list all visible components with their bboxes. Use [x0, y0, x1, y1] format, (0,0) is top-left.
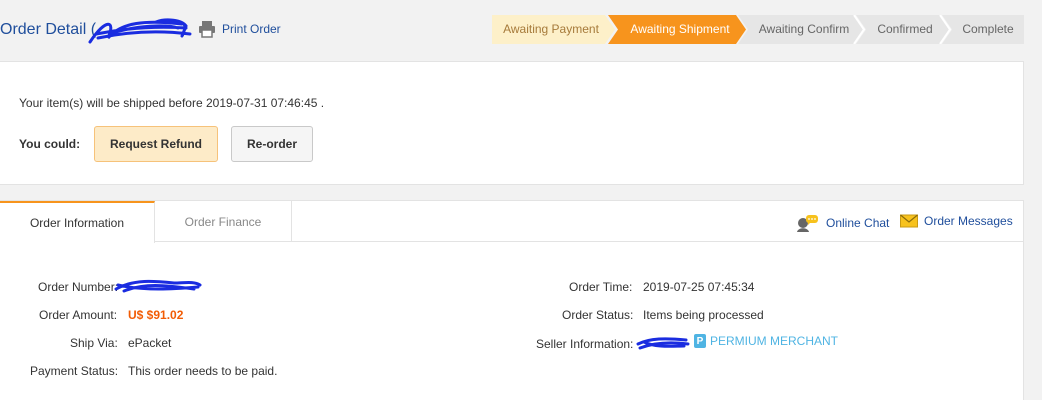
merchant-p-icon: P: [694, 334, 706, 348]
redacted-seller-name: [636, 337, 690, 350]
redacted-order-id: [88, 18, 192, 44]
action-panel: Your item(s) will be shipped before 2019…: [0, 61, 1024, 185]
page-header: Order Detail () Print Order Awaiting Pay…: [0, 0, 1042, 60]
step-confirmed: Confirmed: [856, 15, 952, 44]
online-chat-link[interactable]: Online Chat: [796, 214, 889, 232]
request-refund-button[interactable]: Request Refund: [94, 126, 218, 162]
reorder-button[interactable]: Re-order: [231, 126, 313, 162]
shipping-deadline-text: Your item(s) will be shipped before 2019…: [19, 96, 325, 110]
order-messages-link[interactable]: Order Messages: [900, 214, 1013, 228]
print-order-link[interactable]: Print Order: [198, 20, 281, 38]
payment-status-label: Payment Status:: [30, 364, 119, 378]
step-label: Confirmed: [877, 22, 933, 36]
step-awaiting-confirm: Awaiting Confirm: [738, 15, 866, 44]
redacted-order-number: [114, 279, 202, 293]
merchant-label: PERMIUM MERCHANT: [710, 334, 838, 348]
order-time-value: 2019-07-25 07:45:34: [643, 280, 755, 294]
order-amount-value: U$ $91.02: [128, 308, 184, 322]
ship-via-value: ePacket: [128, 336, 172, 350]
envelope-icon: [900, 214, 918, 228]
step-awaiting-payment: Awaiting Payment: [492, 15, 615, 44]
order-status-label: Order Status:: [562, 308, 634, 322]
chat-icon: [797, 215, 818, 232]
you-could-label: You could:: [19, 137, 81, 151]
ship-via-label: Ship Via:: [70, 336, 118, 350]
step-awaiting-shipment: Awaiting Shipment: [608, 15, 746, 44]
order-number-label: Order Number:: [38, 280, 119, 294]
order-status-value: Items being processed: [643, 308, 764, 322]
order-info-panel: Order Information Order Finance Online C…: [0, 200, 1024, 400]
step-label: Awaiting Payment: [503, 22, 599, 36]
print-order-label: Print Order: [222, 22, 281, 36]
payment-status-value: This order needs to be paid.: [128, 364, 278, 378]
title-text: Order Detail (: [0, 21, 97, 38]
order-progress-steps: Awaiting Payment Awaiting Shipment Await…: [492, 15, 1024, 44]
step-complete: Complete: [942, 15, 1024, 44]
step-label: Complete: [962, 22, 1014, 36]
order-amount-label: Order Amount:: [39, 308, 118, 322]
order-messages-label: Order Messages: [924, 214, 1013, 228]
order-time-label: Order Time:: [569, 280, 633, 294]
tab-order-finance[interactable]: Order Finance: [155, 201, 292, 242]
step-label: Awaiting Shipment: [630, 22, 730, 36]
step-label: Awaiting Confirm: [758, 22, 850, 36]
tab-order-information[interactable]: Order Information: [0, 201, 155, 243]
premium-merchant-badge[interactable]: P PERMIUM MERCHANT: [694, 334, 838, 348]
printer-icon: [199, 21, 215, 38]
seller-information-label: Seller Information:: [536, 337, 634, 351]
tab-bar: Order Information Order Finance Online C…: [0, 201, 1023, 243]
online-chat-label: Online Chat: [826, 216, 890, 230]
